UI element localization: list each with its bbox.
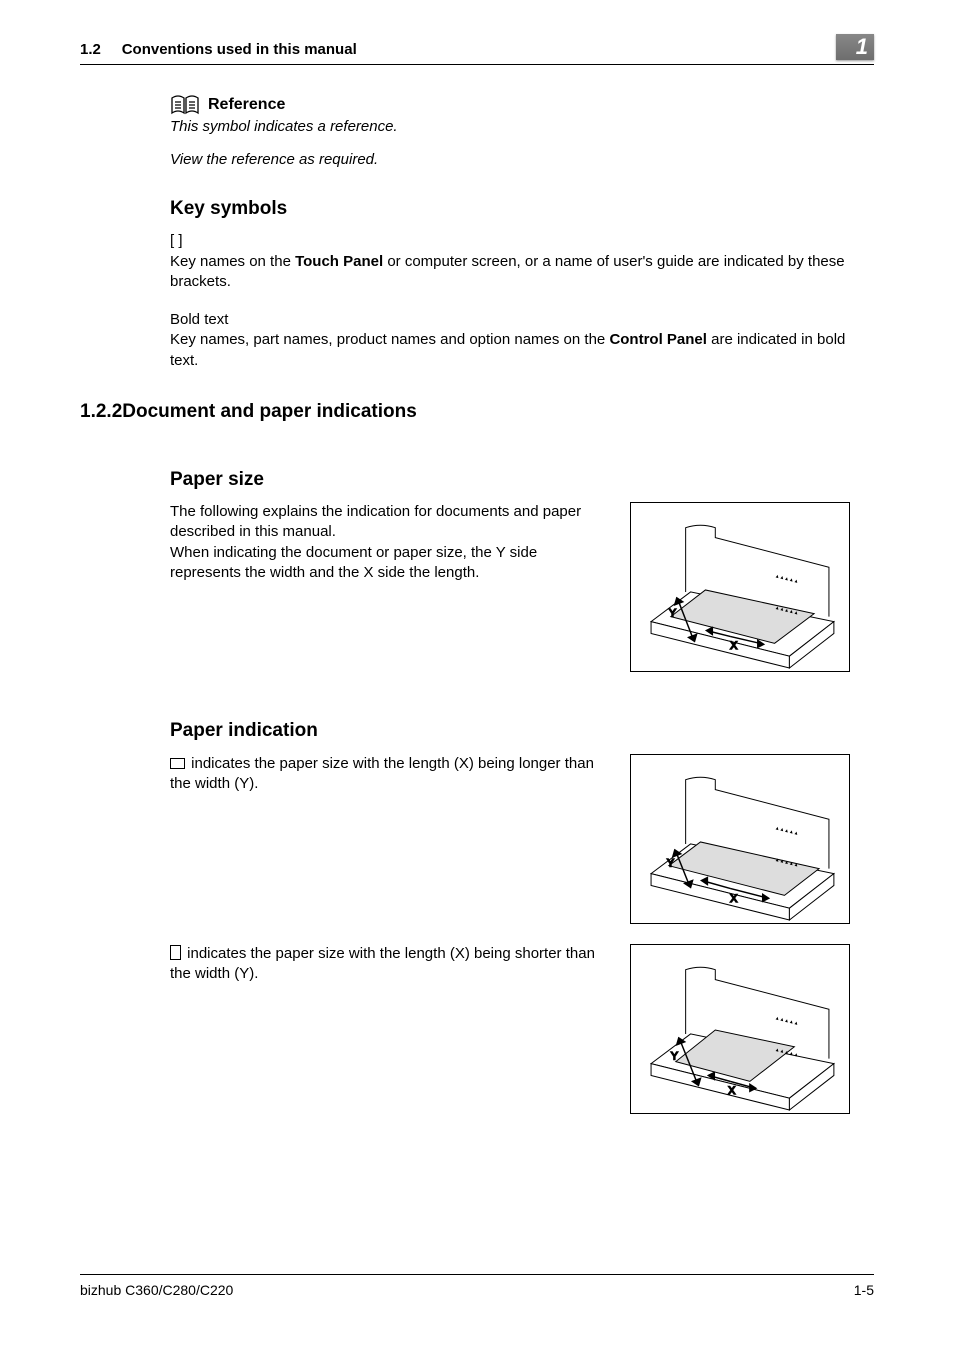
svg-text:X: X	[728, 1085, 736, 1097]
svg-text:Y: Y	[669, 608, 676, 620]
figure-platen-landscape: Y X ▲▲▲▲▲▲▲▲▲▲	[630, 754, 850, 924]
bold-term-control-panel: Control Panel	[609, 331, 707, 348]
section-title: Document and paper indications	[122, 399, 417, 425]
reference-line1: This symbol indicates a reference.	[170, 117, 874, 137]
brackets-label: [ ]	[170, 231, 874, 251]
svg-text:▲▲▲▲▲: ▲▲▲▲▲	[774, 826, 799, 837]
paper-size-para2: When indicating the document or paper si…	[170, 543, 600, 584]
book-icon	[170, 93, 200, 115]
paper-size-heading: Paper size	[170, 467, 874, 493]
reference-heading-row: Reference	[170, 93, 874, 115]
paper-indication-heading: Paper indication	[170, 718, 874, 744]
page-header: 1.2 Conventions used in this manual	[80, 40, 874, 65]
svg-text:X: X	[730, 893, 738, 905]
footer-page-number: 1-5	[854, 1281, 874, 1300]
figure-platen-xy: Y X ▲▲▲▲▲▲▲▲▲▲	[630, 502, 850, 672]
portrait-icon	[170, 945, 181, 960]
text-fragment: indicates the paper size with the length…	[170, 755, 594, 792]
svg-text:Y: Y	[671, 1050, 678, 1062]
key-symbols-heading: Key symbols	[170, 196, 874, 222]
paper-size-para1: The following explains the indication fo…	[170, 502, 600, 543]
reference-title: Reference	[208, 94, 285, 116]
text-fragment: Key names on the	[170, 253, 295, 270]
landscape-indication-text: indicates the paper size with the length…	[170, 754, 600, 795]
header-section-number: 1.2	[80, 41, 101, 58]
landscape-icon	[170, 758, 185, 769]
header-section-title: Conventions used in this manual	[122, 41, 357, 58]
boldtext-description: Key names, part names, product names and…	[170, 330, 870, 371]
brackets-description: Key names on the Touch Panel or computer…	[170, 252, 870, 293]
footer-model: bizhub C360/C280/C220	[80, 1281, 233, 1300]
text-fragment: Key names, part names, product names and…	[170, 331, 609, 348]
svg-text:▲▲▲▲▲: ▲▲▲▲▲	[774, 574, 799, 585]
chapter-tab: 1	[836, 34, 874, 60]
header-left: 1.2 Conventions used in this manual	[80, 40, 357, 60]
section-number: 1.2.2	[80, 399, 122, 425]
section-1-2-2-heading: 1.2.2 Document and paper indications	[80, 399, 874, 425]
bold-term-touch-panel: Touch Panel	[295, 253, 383, 270]
svg-text:Y: Y	[667, 857, 674, 869]
page-footer: bizhub C360/C280/C220 1-5	[80, 1274, 874, 1300]
boldtext-label: Bold text	[170, 310, 874, 330]
svg-text:▲▲▲▲▲: ▲▲▲▲▲	[774, 1016, 799, 1027]
figure-platen-portrait: Y X ▲▲▲▲▲▲▲▲▲▲	[630, 944, 850, 1114]
text-fragment: indicates the paper size with the length…	[170, 945, 595, 982]
svg-text:X: X	[730, 640, 738, 652]
reference-line2: View the reference as required.	[170, 150, 874, 170]
portrait-indication-text: indicates the paper size with the length…	[170, 944, 600, 985]
